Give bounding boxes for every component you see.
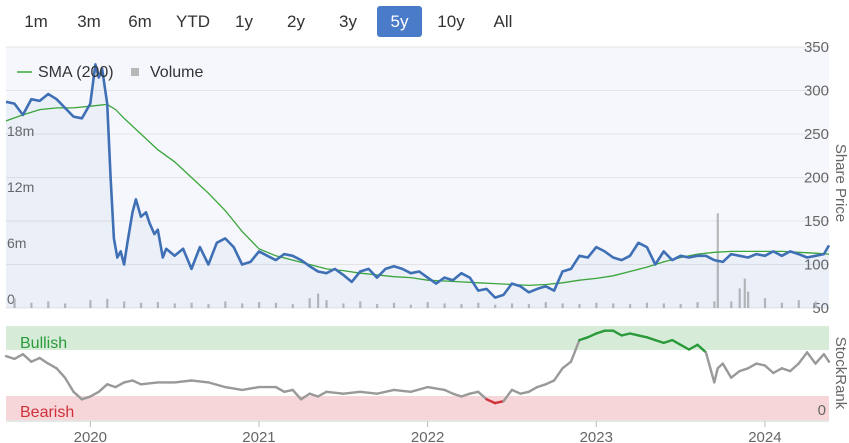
stockrank-segment — [13, 353, 25, 361]
legend-volume-swatch — [131, 68, 139, 76]
stockrank-segment — [763, 364, 775, 375]
stockrank-segment — [519, 390, 530, 395]
stockrank-segment — [325, 390, 345, 395]
stockrank-segment — [510, 388, 522, 395]
stockrank-segment — [814, 353, 826, 365]
stockrank-segment — [139, 381, 160, 386]
stockrank-segment — [223, 385, 244, 392]
price-tick-label: 200 — [804, 170, 829, 187]
stockrank-segment — [114, 381, 126, 389]
stockrank-segment — [780, 367, 792, 373]
bullish-band — [6, 326, 829, 350]
x-tick-label: 2024 — [748, 429, 781, 443]
stockrank-segment — [359, 390, 379, 395]
stock-chart: 5010015020025030035006m12m18mShare Price… — [4, 39, 849, 443]
stockrank-segment — [805, 351, 817, 365]
stockrank-segment — [283, 388, 294, 393]
stockrank-segment — [342, 390, 362, 395]
stockrank-segment — [21, 353, 33, 363]
stockrank-tick-label: 0 — [818, 402, 826, 419]
x-tick-label: 2020 — [74, 429, 107, 443]
stockrank-segment — [89, 390, 101, 398]
stockrank-segment — [772, 367, 783, 375]
x-tick-label: 2022 — [411, 429, 444, 443]
price-tick-label: 250 — [804, 126, 829, 143]
price-axis-label: Share Price — [832, 144, 849, 222]
stockrank-segment — [274, 385, 286, 393]
stockrank-segment — [426, 385, 446, 392]
stockrank-segment — [190, 379, 210, 384]
stockrank-segment — [544, 379, 556, 386]
stockrank-segment — [713, 367, 719, 384]
stockrank-segment — [55, 367, 67, 379]
bearish-label: Bearish — [20, 404, 74, 421]
stockrank-segment — [30, 356, 41, 363]
stockrank-segment — [561, 360, 573, 370]
legend: SMA (200) Volume — [17, 64, 203, 81]
stockrank-segment — [38, 356, 50, 365]
legend-volume-label: Volume — [150, 64, 203, 81]
stockrank-segment — [704, 351, 716, 384]
bullish-label: Bullish — [20, 335, 67, 352]
stockrank-segment — [738, 367, 750, 373]
stockrank-segment — [746, 362, 758, 370]
stockrank-segment — [207, 381, 227, 389]
stockrank-axis-label: StockRank — [832, 337, 849, 410]
stockrank-segment — [797, 351, 809, 365]
stockrank-segment — [316, 390, 328, 398]
x-tick-label: 2023 — [580, 429, 613, 443]
stockrank-segment — [552, 367, 564, 382]
stockrank-segment — [721, 362, 733, 379]
price-tick-label: 150 — [804, 213, 829, 230]
stockrank-segment — [527, 385, 539, 393]
stockrank-segment — [536, 383, 547, 389]
stockrank-segment — [47, 362, 58, 370]
stockrank-segment — [789, 362, 800, 373]
stockrank-segment — [4, 354, 16, 361]
stockrank-segment — [755, 362, 767, 367]
stockrank-pane: Bullish Bearish 0 StockRank 2020 2021 2022 2023… — [4, 326, 849, 443]
price-tick-label: 350 — [804, 39, 829, 56]
stockrank-segment — [173, 379, 193, 384]
stockrank-segment — [409, 385, 429, 393]
stockrank-segment — [392, 388, 412, 393]
stockrank-segment — [240, 385, 261, 392]
stockrank-segment — [131, 379, 143, 386]
stockrank-segment — [97, 383, 109, 393]
stockrank-segment — [443, 388, 455, 395]
stockrank-segment — [468, 390, 480, 395]
stockrank-segment — [122, 379, 134, 384]
stockrank-segment — [822, 353, 831, 363]
bearish-band — [6, 396, 829, 420]
stockrank-segment — [375, 388, 396, 395]
price-tick-label: 300 — [804, 83, 829, 100]
price-pane: 5010015020025030035006m12m18mShare Price… — [5, 39, 849, 317]
stockrank-segment — [63, 376, 75, 393]
x-tick-label: 2021 — [242, 429, 275, 443]
stockrank-segment — [730, 369, 741, 379]
legend-sma-label: SMA (200) — [38, 64, 114, 81]
stockrank-segment — [105, 383, 117, 389]
